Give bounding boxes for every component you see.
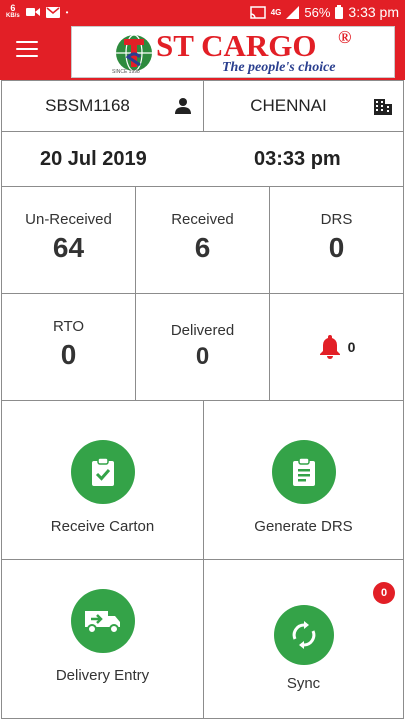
action-label: Delivery Entry bbox=[55, 667, 150, 684]
hamburger-icon-line bbox=[16, 55, 38, 57]
delivery-entry-button[interactable]: Delivery Entry bbox=[1, 559, 204, 719]
stat-value: 6 bbox=[194, 232, 211, 263]
user-id: SBSM1168 bbox=[45, 96, 130, 115]
logo-since: SINCE 1998 bbox=[112, 69, 140, 75]
status-bar: 6 KB/s • 4G 56% 3:33 pm bbox=[0, 0, 405, 24]
st-cargo-logo: ST CARGO ® The people's choice SINCE 199… bbox=[71, 26, 395, 78]
stat-label: Received bbox=[171, 211, 234, 228]
video-icon bbox=[25, 8, 40, 16]
sync-button[interactable]: 0 Sync bbox=[203, 559, 404, 719]
stat-label: Delivered bbox=[170, 322, 235, 339]
stat-value: 0 bbox=[195, 343, 210, 370]
stat-rto[interactable]: RTO 0 bbox=[1, 293, 136, 401]
clipboard-check-icon bbox=[91, 457, 114, 486]
notification-count: 0 bbox=[347, 339, 356, 355]
mail-icon bbox=[45, 6, 60, 18]
clock: 3:33 pm bbox=[348, 4, 399, 20]
receive-carton-circle bbox=[70, 440, 135, 504]
hamburger-icon-line bbox=[16, 48, 38, 50]
logo-globe-icon bbox=[116, 34, 152, 72]
sync-circle bbox=[273, 605, 334, 665]
stat-label: RTO bbox=[52, 318, 85, 335]
generate-drs-circle bbox=[271, 440, 336, 504]
action-label: Sync bbox=[286, 675, 321, 692]
battery-icon bbox=[335, 5, 344, 19]
receive-carton-button[interactable]: Receive Carton bbox=[1, 400, 204, 560]
notifications-cell[interactable]: 0 bbox=[269, 293, 404, 401]
stat-value: 0 bbox=[60, 339, 77, 370]
sync-badge: 0 bbox=[373, 582, 395, 604]
battery-percent: 56% bbox=[304, 4, 331, 20]
cast-icon bbox=[249, 5, 266, 19]
action-label: Receive Carton bbox=[50, 518, 155, 535]
stat-unreceived[interactable]: Un-Received 64 bbox=[1, 186, 136, 294]
user-cell: SBSM1168 bbox=[1, 80, 204, 132]
building-icon bbox=[374, 99, 392, 115]
truck-icon bbox=[84, 611, 120, 634]
logo-tagline: The people's choice bbox=[222, 60, 336, 75]
stat-label: DRS bbox=[320, 211, 353, 228]
action-label: Generate DRS bbox=[254, 518, 353, 535]
dot-icon: • bbox=[65, 7, 69, 17]
logo-registered-mark: ® bbox=[338, 27, 352, 47]
stat-delivered[interactable]: Delivered 0 bbox=[135, 293, 270, 401]
sync-icon bbox=[292, 621, 315, 649]
delivery-entry-circle bbox=[70, 589, 135, 653]
person-icon bbox=[175, 98, 191, 114]
current-time: 03:33 pm bbox=[254, 148, 341, 170]
signal-icon bbox=[286, 5, 300, 19]
network-speed: 6 KB/s bbox=[6, 3, 20, 20]
stat-value: 0 bbox=[328, 232, 345, 263]
branch-cell: CHENNAI bbox=[203, 80, 404, 132]
bell-icon bbox=[319, 335, 340, 359]
branch-name: CHENNAI bbox=[250, 96, 327, 115]
menu-button[interactable] bbox=[16, 41, 38, 61]
logo-wordmark: ST CARGO bbox=[156, 28, 317, 63]
app-bar: ST CARGO ® The people's choice SINCE 199… bbox=[0, 24, 405, 80]
hamburger-icon-line bbox=[16, 41, 38, 43]
clipboard-list-icon bbox=[292, 457, 315, 486]
date-time-bar: 20 Jul 2019 03:33 pm bbox=[1, 131, 404, 187]
stat-drs[interactable]: DRS 0 bbox=[269, 186, 404, 294]
network-type: 4G bbox=[270, 7, 282, 17]
stat-label: Un-Received bbox=[25, 211, 112, 228]
stat-value: 64 bbox=[52, 232, 85, 263]
stat-received[interactable]: Received 6 bbox=[135, 186, 270, 294]
generate-drs-button[interactable]: Generate DRS bbox=[203, 400, 404, 560]
current-date: 20 Jul 2019 bbox=[40, 148, 147, 170]
